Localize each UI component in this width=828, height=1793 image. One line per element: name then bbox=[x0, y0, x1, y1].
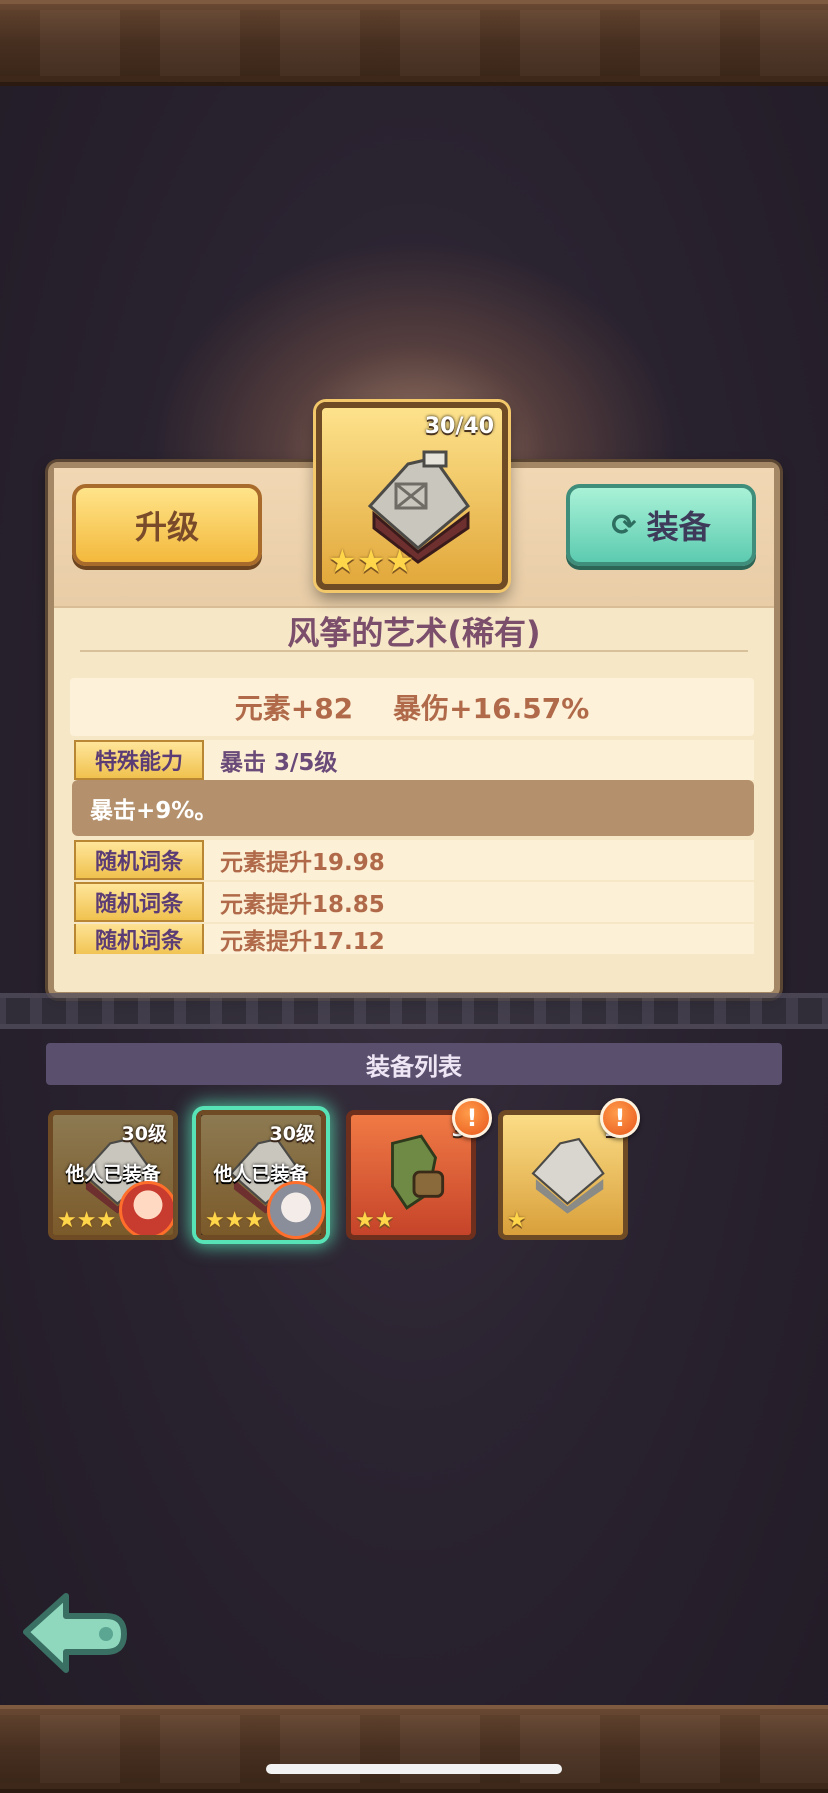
star-rating: ★ bbox=[507, 1208, 527, 1233]
equipment-list-title: 装备列表 bbox=[366, 1052, 462, 1081]
equip-button[interactable]: ⟳ 装备 bbox=[566, 484, 756, 566]
random-attr-row: 随机词条 元素提升18.85 bbox=[74, 882, 754, 922]
equip-label: 装备 bbox=[646, 508, 711, 546]
upgrade-label: 升级 bbox=[134, 508, 199, 546]
home-indicator[interactable] bbox=[266, 1764, 562, 1774]
alert-icon: ! bbox=[452, 1098, 492, 1138]
special-ability-tag: 特殊能力 bbox=[74, 740, 204, 780]
item-card: 30/40 ★★★ bbox=[316, 402, 508, 590]
star-rating: ★★★ bbox=[328, 542, 415, 580]
swap-icon: ⟳ bbox=[611, 507, 637, 543]
random-attr-value: 元素提升18.85 bbox=[220, 892, 385, 918]
special-ability-value: 暴击 3/5级 bbox=[220, 750, 338, 776]
star-rating: ★★★ bbox=[205, 1208, 265, 1233]
equipment-slot[interactable]: 30级 他人已装备 ★★★ bbox=[48, 1110, 178, 1240]
bottom-wood-frame bbox=[0, 1705, 828, 1793]
random-attr-tag: 随机词条 bbox=[74, 924, 204, 954]
special-ability-description: 暴击+9%。 bbox=[72, 780, 754, 836]
stat-element: 元素+82 bbox=[234, 692, 354, 725]
random-attr-value: 元素提升17.12 bbox=[220, 929, 385, 954]
item-name: 风筝的艺术(稀有) bbox=[287, 614, 541, 652]
random-attr-value: 元素提升19.98 bbox=[220, 850, 385, 876]
divider bbox=[80, 650, 748, 652]
upgrade-button[interactable]: 升级 bbox=[72, 484, 262, 566]
special-ability-row: 特殊能力 暴击 3/5级 bbox=[74, 740, 754, 780]
back-arrow-icon[interactable] bbox=[20, 1586, 130, 1676]
item-level: 30/40 bbox=[424, 414, 494, 439]
equipment-slot-selected[interactable]: 30级 他人已装备 ★★★ bbox=[196, 1110, 326, 1240]
slot-level: 30级 bbox=[269, 1123, 315, 1145]
hero-avatar bbox=[119, 1181, 173, 1235]
alert-icon: ! bbox=[600, 1098, 640, 1138]
primary-stats: 元素+82 暴伤+16.57% bbox=[70, 678, 754, 736]
star-rating: ★★ bbox=[355, 1208, 395, 1233]
hero-avatar bbox=[267, 1181, 325, 1239]
random-attr-tag: 随机词条 bbox=[74, 840, 204, 880]
star-rating: ★★★ bbox=[57, 1208, 117, 1233]
top-wood-frame bbox=[0, 0, 828, 86]
stat-crit-damage: 暴伤+16.57% bbox=[393, 692, 590, 725]
boot-icon bbox=[391, 1134, 445, 1210]
random-attr-tag: 随机词条 bbox=[74, 882, 204, 922]
random-attr-row: 随机词条 元素提升19.98 bbox=[74, 840, 754, 880]
rail-divider bbox=[0, 993, 828, 1029]
random-attr-row: 随机词条 元素提升17.12 bbox=[74, 924, 754, 954]
equipment-list-header: 装备列表 bbox=[46, 1043, 782, 1085]
book-icon bbox=[531, 1137, 605, 1214]
slot-level: 30级 bbox=[121, 1123, 167, 1145]
